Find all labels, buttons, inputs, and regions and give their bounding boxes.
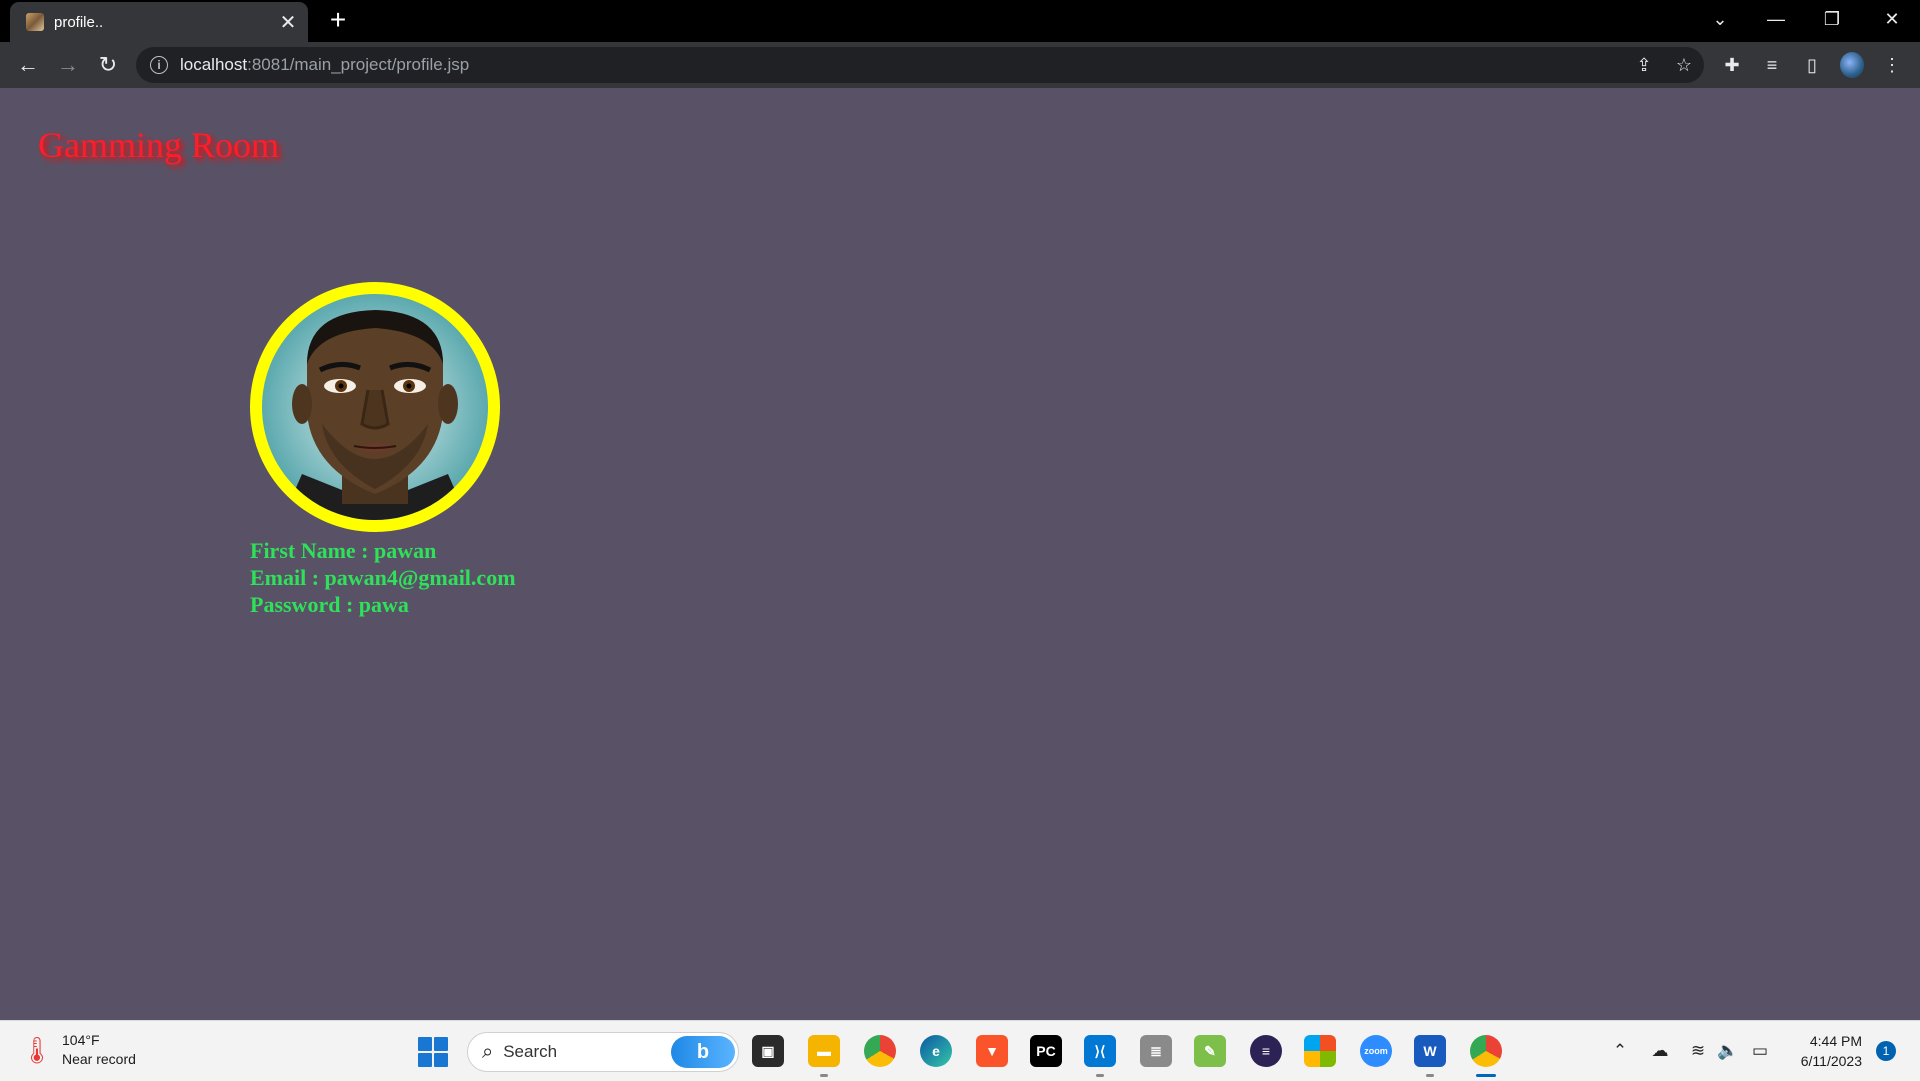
vscode-indicator <box>1096 1074 1104 1077</box>
url-text[interactable]: localhost:8081/main_project/profile.jsp <box>180 55 469 75</box>
address-bar[interactable]: i localhost:8081/main_project/profile.js… <box>136 47 1704 83</box>
edge-icon[interactable]: e <box>920 1035 952 1067</box>
vscode-icon[interactable]: ⟩⟨ <box>1084 1035 1116 1067</box>
restore-button[interactable]: ❐ <box>1804 0 1860 38</box>
profile-info: First Name : pawan Email : pawan4@gmail.… <box>250 537 516 618</box>
close-window-button[interactable]: ✕ <box>1864 0 1920 38</box>
page-content: Gamming Room First Name: pawan Email: … <box>0 88 1920 1020</box>
weather-temp: 104°F <box>62 1032 100 1048</box>
chrome-active-indicator <box>1476 1074 1496 1077</box>
eclipse-icon[interactable]: ≡ <box>1250 1035 1282 1067</box>
task-view-icon[interactable]: ▣ <box>752 1035 784 1067</box>
minimize-button[interactable]: — <box>1748 0 1804 38</box>
taskbar-clock[interactable]: 4:44 PM 6/11/2023 <box>1782 1031 1862 1071</box>
file-explorer-indicator <box>820 1074 828 1077</box>
browser-toolbar: ← → ↻ i localhost:8081/main_project/prof… <box>0 42 1920 88</box>
new-tab-button[interactable]: + <box>324 6 352 34</box>
pycharm-icon[interactable]: PC <box>1030 1035 1062 1067</box>
weather-desc: Near record <box>62 1051 136 1067</box>
browser-tab[interactable]: profile.. ✕ <box>10 2 308 42</box>
volume-icon[interactable]: 🔈 <box>1716 1039 1740 1063</box>
profile-picture <box>250 282 500 532</box>
star-icon[interactable]: ☆ <box>1672 53 1696 77</box>
info-icon[interactable]: i <box>150 56 168 74</box>
weather-widget[interactable]: 🌡 104°F Near record <box>20 1031 136 1069</box>
notepad-icon[interactable]: ✎ <box>1194 1035 1226 1067</box>
clock-time: 4:44 PM <box>1809 1033 1862 1049</box>
onedrive-icon[interactable]: ☁ <box>1648 1039 1672 1063</box>
password-line: Password : pawa <box>250 592 409 617</box>
clock-date: 6/11/2023 <box>1800 1053 1862 1069</box>
zoom-icon[interactable]: zoom <box>1360 1035 1392 1067</box>
url-host: localhost <box>180 55 248 74</box>
chrome-icon[interactable] <box>864 1035 896 1067</box>
battery-icon[interactable]: ▭ <box>1748 1039 1772 1063</box>
tab-favicon-icon <box>26 13 44 31</box>
brand-title: Gamming Room <box>38 125 279 165</box>
search-label: Search <box>503 1042 558 1061</box>
profile-avatar <box>1840 52 1864 78</box>
chrome-active-icon[interactable] <box>1470 1035 1502 1067</box>
database-icon[interactable]: ≣ <box>1140 1035 1172 1067</box>
taskbar-search[interactable]: ⌕ Search b <box>467 1032 739 1072</box>
word-icon[interactable]: W <box>1414 1035 1446 1067</box>
url-path: :8081/main_project/profile.jsp <box>247 55 470 74</box>
office-icon[interactable] <box>1304 1035 1336 1067</box>
forward-icon[interactable]: → <box>52 49 84 81</box>
tab-strip: profile.. ✕ + ⌄ — ❐ ✕ <box>0 0 1920 42</box>
tab-close-icon[interactable]: ✕ <box>274 10 302 35</box>
profile-icon[interactable] <box>1840 52 1864 78</box>
bing-icon[interactable]: b <box>671 1036 735 1068</box>
windows-start-icon[interactable] <box>418 1037 448 1067</box>
reload-icon[interactable]: ↻ <box>92 49 124 81</box>
thermometer-icon: 🌡 <box>20 1034 54 1065</box>
extensions-icon[interactable]: ✚ <box>1720 53 1744 77</box>
avatar <box>262 294 488 520</box>
chevron-up-icon[interactable]: ⌃ <box>1608 1039 1632 1063</box>
tab-search-icon[interactable]: ⌄ <box>1692 0 1748 38</box>
tab-title: profile.. <box>54 13 104 31</box>
first-name-line: First Name : pawan <box>250 538 437 563</box>
email-line: Email : pawan4@gmail.com <box>250 565 516 590</box>
share-icon[interactable]: ⇪ <box>1632 53 1656 77</box>
notification-badge[interactable]: 1 <box>1876 1041 1896 1061</box>
menu-icon[interactable]: ⋮ <box>1880 53 1904 77</box>
wifi-icon[interactable]: ≋ <box>1686 1039 1710 1063</box>
media-icon[interactable]: ≡ <box>1760 53 1784 77</box>
brave-icon[interactable]: ▼ <box>976 1035 1008 1067</box>
sidepanel-icon[interactable]: ▯ <box>1800 53 1824 77</box>
taskbar: 🌡 104°F Near record ⌕ Search b ▣ ▬ e ▼ P… <box>0 1020 1920 1081</box>
file-explorer-icon[interactable]: ▬ <box>808 1035 840 1067</box>
word-indicator <box>1426 1074 1434 1077</box>
back-icon[interactable]: ← <box>12 49 44 81</box>
search-icon: ⌕ <box>482 1040 494 1063</box>
